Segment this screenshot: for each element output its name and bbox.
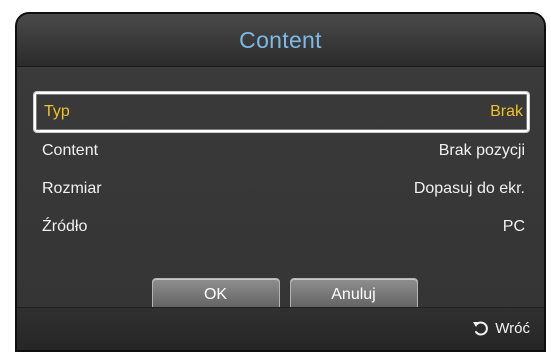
setting-label: Content xyxy=(42,142,99,159)
content-dialog: Content Typ Brak Content Brak pozycji Ro… xyxy=(15,12,546,352)
setting-label: Typ xyxy=(44,103,70,120)
setting-row-size[interactable]: Rozmiar Dopasuj do ekr. xyxy=(34,170,529,208)
return-arrow-icon xyxy=(471,319,491,337)
dialog-footer: Wróć xyxy=(17,307,544,350)
setting-value: Brak xyxy=(490,103,523,120)
settings-list: Typ Brak Content Brak pozycji Rozmiar Do… xyxy=(34,92,529,246)
setting-value: Dopasuj do ekr. xyxy=(413,180,525,197)
setting-label: Źródło xyxy=(42,218,88,235)
setting-label: Rozmiar xyxy=(42,180,102,197)
setting-value: PC xyxy=(502,218,525,235)
setting-row-type[interactable]: Typ Brak xyxy=(34,92,529,132)
dialog-title: Content xyxy=(239,26,322,53)
dialog-title-bar: Content xyxy=(17,14,544,67)
setting-value: Brak pozycji xyxy=(438,142,525,159)
setting-row-source[interactable]: Źródło PC xyxy=(34,208,529,246)
setting-row-content[interactable]: Content Brak pozycji xyxy=(34,132,529,170)
return-label: Wróć xyxy=(495,319,530,337)
return-button[interactable]: Wróć xyxy=(471,319,530,337)
